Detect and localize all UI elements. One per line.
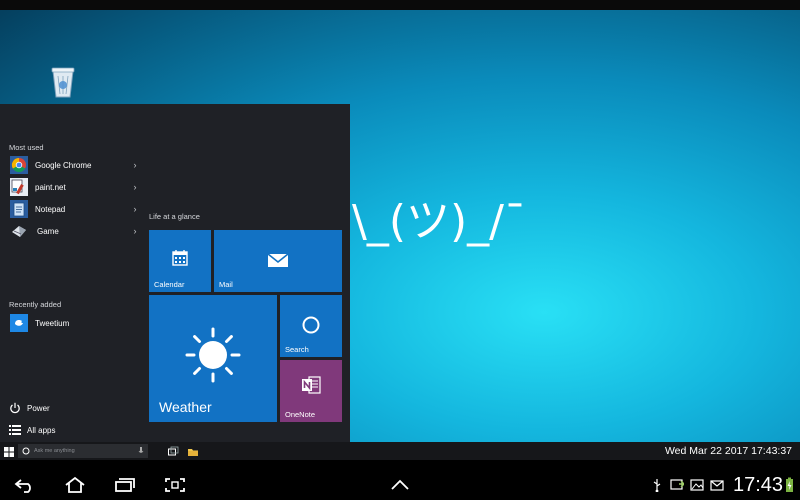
chevron-right-icon[interactable]: › bbox=[131, 204, 139, 214]
most-used-label: Most used bbox=[9, 143, 44, 152]
recent-apps-icon[interactable] bbox=[112, 474, 138, 496]
all-apps-button[interactable]: All apps bbox=[9, 424, 55, 436]
taskbar: Ask me anything Wed Mar 22 2017 17:43:37 bbox=[0, 442, 800, 460]
tile-mail[interactable]: Mail bbox=[214, 230, 342, 292]
taskbar-search-box[interactable]: Ask me anything bbox=[18, 444, 148, 458]
tile-label: Calendar bbox=[154, 280, 185, 289]
chevron-up-icon[interactable] bbox=[387, 474, 413, 496]
shrug-emoticon: \_(ツ)_/¯ bbox=[352, 196, 526, 247]
search-placeholder: Ask me anything bbox=[34, 448, 75, 454]
power-label: Power bbox=[27, 403, 50, 413]
all-apps-label: All apps bbox=[27, 425, 56, 435]
app-label: Google Chrome bbox=[35, 160, 92, 170]
app-label: paint.net bbox=[35, 182, 66, 192]
recently-added-label: Recently added bbox=[9, 300, 62, 309]
tile-label: Search bbox=[285, 345, 309, 354]
tile-label: Weather bbox=[159, 399, 212, 415]
back-icon[interactable] bbox=[12, 474, 38, 496]
windows-start-icon[interactable] bbox=[3, 445, 15, 457]
app-label: Game bbox=[37, 226, 59, 236]
tile-calendar[interactable]: Calendar bbox=[149, 230, 211, 292]
power-button[interactable]: Power bbox=[9, 402, 50, 414]
calendar-icon bbox=[170, 248, 190, 268]
app-notepad[interactable]: Notepad › bbox=[9, 199, 139, 219]
tile-label: Mail bbox=[219, 280, 233, 289]
app-game[interactable]: Game › bbox=[9, 221, 139, 241]
home-icon[interactable] bbox=[62, 474, 88, 496]
microphone-icon[interactable] bbox=[138, 447, 144, 455]
chrome-icon bbox=[9, 155, 29, 175]
onenote-icon bbox=[300, 374, 322, 396]
paintnet-icon bbox=[9, 177, 29, 197]
start-menu: Most used Google Chrome › paint.net › No… bbox=[0, 104, 350, 442]
tile-weather[interactable]: Weather bbox=[149, 295, 277, 422]
taskbar-clock[interactable]: Wed Mar 22 2017 17:43:37 bbox=[665, 443, 792, 459]
screenshot-icon[interactable] bbox=[162, 474, 188, 496]
game-icon bbox=[9, 221, 29, 241]
image-icon bbox=[690, 478, 704, 492]
notepad-icon bbox=[9, 199, 29, 219]
app-label: Notepad bbox=[35, 204, 66, 214]
chevron-right-icon[interactable]: › bbox=[131, 182, 139, 192]
list-icon bbox=[9, 424, 21, 436]
tiles-group-header: Life at a glance bbox=[149, 212, 200, 221]
tile-onenote[interactable]: OneNote bbox=[280, 360, 342, 422]
sun-icon bbox=[183, 325, 243, 385]
recycle-bin-icon[interactable] bbox=[48, 64, 78, 100]
separator-strip bbox=[0, 460, 800, 470]
usb-icon bbox=[650, 478, 664, 492]
tile-label: OneNote bbox=[285, 410, 316, 419]
tweetium-icon bbox=[9, 313, 29, 333]
power-icon bbox=[9, 402, 21, 414]
tile-search[interactable]: Search bbox=[280, 295, 342, 357]
cortana-icon bbox=[22, 447, 30, 455]
download-icon bbox=[670, 478, 684, 492]
battery-charging-icon bbox=[784, 476, 794, 494]
mail-icon bbox=[266, 251, 290, 269]
app-tweetium[interactable]: Tweetium bbox=[9, 313, 139, 333]
top-status-strip bbox=[0, 0, 800, 10]
chevron-right-icon[interactable]: › bbox=[131, 226, 139, 236]
cortana-circle-icon bbox=[301, 315, 321, 335]
app-paint-net[interactable]: paint.net › bbox=[9, 177, 139, 197]
gmail-icon bbox=[710, 478, 724, 492]
app-label: Tweetium bbox=[35, 318, 70, 328]
android-time: 17:43 bbox=[733, 474, 784, 496]
file-explorer-icon[interactable] bbox=[187, 445, 199, 457]
chevron-right-icon[interactable]: › bbox=[131, 160, 139, 170]
app-google-chrome[interactable]: Google Chrome › bbox=[9, 155, 139, 175]
task-view-icon[interactable] bbox=[167, 445, 179, 457]
android-navigation-bar: 17:43 bbox=[0, 470, 800, 500]
